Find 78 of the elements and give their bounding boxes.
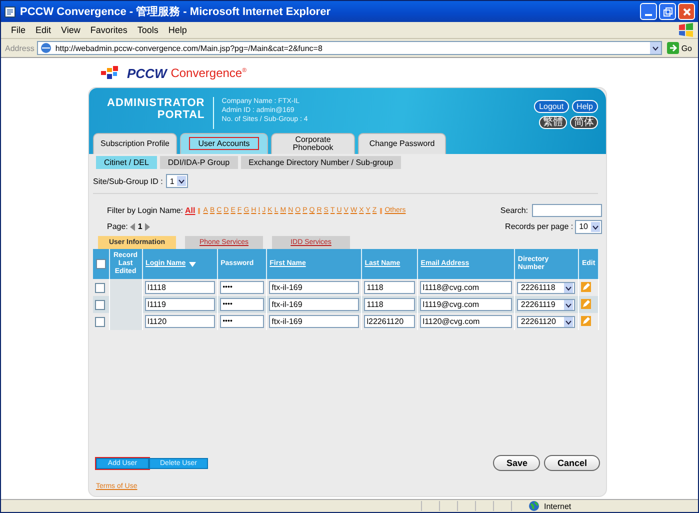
directory-number-select[interactable]: 22261120 bbox=[516, 316, 575, 328]
tab[interactable]: Subscription Profile bbox=[93, 133, 177, 154]
last-name-field[interactable]: l22261120 bbox=[364, 315, 415, 328]
dropdown-icon bbox=[177, 176, 186, 186]
records-per-page-label: Records per page : bbox=[505, 222, 574, 231]
portal-title: ADMINISTRATOR bbox=[107, 97, 205, 109]
site-group-select[interactable]: 1 bbox=[166, 174, 188, 188]
directory-number-select[interactable]: 22261118 bbox=[516, 282, 575, 294]
tab[interactable]: User Accounts bbox=[180, 133, 268, 154]
sub-tab[interactable]: Exchange Directory Number / Sub-group bbox=[240, 156, 402, 169]
windows-logo-icon bbox=[678, 23, 694, 37]
menu-item[interactable]: Edit bbox=[32, 25, 56, 35]
site-group-label: Site/Sub-Group ID : bbox=[93, 176, 163, 186]
security-zone: Internet bbox=[544, 502, 572, 510]
first-name-field[interactable]: ftx-il-169 bbox=[268, 281, 359, 294]
search-label: Search: bbox=[500, 206, 528, 215]
row-checkbox[interactable] bbox=[95, 300, 105, 310]
minimize-icon bbox=[645, 14, 652, 16]
dropdown-icon bbox=[591, 222, 600, 232]
edit-icon[interactable] bbox=[580, 316, 591, 326]
form-button[interactable]: Cancel bbox=[544, 455, 600, 471]
tab[interactable]: Change Password bbox=[358, 133, 446, 154]
menu-item[interactable]: Favorites bbox=[86, 25, 132, 35]
email-field[interactable]: l1119@cvg.com bbox=[420, 298, 512, 311]
edit-icon[interactable] bbox=[580, 282, 591, 292]
menu-item[interactable]: Help bbox=[164, 25, 191, 35]
maximize-button[interactable] bbox=[659, 3, 676, 20]
brand-name: PCCW bbox=[127, 66, 167, 80]
close-button[interactable] bbox=[678, 3, 695, 20]
first-name-field[interactable]: ftx-il-169 bbox=[268, 315, 359, 328]
login-name-field[interactable]: l1120 bbox=[144, 315, 215, 328]
email-field[interactable]: l1118@cvg.com bbox=[420, 281, 512, 294]
dropdown-icon bbox=[564, 282, 573, 292]
next-page-icon[interactable] bbox=[144, 222, 150, 230]
last-name-field[interactable]: 1118 bbox=[364, 281, 415, 294]
language-button[interactable]: 繁體 bbox=[539, 116, 567, 129]
sub-tab[interactable]: DDI/IDA-P Group bbox=[160, 156, 238, 169]
email-field[interactable]: l1120@cvg.com bbox=[420, 315, 512, 328]
edit-icon[interactable] bbox=[580, 298, 591, 308]
select-all-checkbox[interactable] bbox=[96, 259, 106, 269]
address-field[interactable]: http://webadmin.pccw-convergence.com/Main.jsp?pg=/Main&cat=2&func=8 bbox=[37, 41, 662, 55]
address-label: Address bbox=[5, 44, 34, 52]
directory-number-select[interactable]: 22261119 bbox=[516, 298, 575, 310]
form-button[interactable]: Save bbox=[493, 455, 540, 471]
menu-item[interactable]: View bbox=[57, 25, 84, 35]
menu-item[interactable]: Tools bbox=[133, 25, 162, 35]
login-name-field[interactable]: l1118 bbox=[144, 281, 215, 294]
login-name-field[interactable]: l1119 bbox=[144, 298, 215, 311]
dropdown-icon bbox=[564, 300, 573, 310]
previous-page-icon[interactable] bbox=[130, 222, 136, 230]
records-per-page-select[interactable]: 10 bbox=[575, 220, 602, 234]
filter-label: Filter by Login Name: bbox=[107, 206, 184, 215]
page-number[interactable]: 1 bbox=[138, 222, 142, 231]
portal-title: PORTAL bbox=[157, 109, 205, 121]
arrow-icon bbox=[667, 42, 680, 54]
tab[interactable]: Corporate Phonebook bbox=[271, 133, 355, 154]
first-name-field[interactable]: ftx-il-169 bbox=[268, 298, 359, 311]
row-checkbox[interactable] bbox=[95, 316, 105, 326]
dropdown-icon bbox=[564, 316, 573, 326]
last-name-field[interactable]: 1118 bbox=[364, 298, 415, 311]
go-button[interactable]: Go bbox=[665, 42, 694, 54]
restore-icon bbox=[662, 6, 672, 16]
header-button[interactable]: Help bbox=[572, 100, 598, 113]
close-icon bbox=[682, 6, 692, 16]
globe-icon bbox=[529, 501, 539, 511]
window-title: PCCW Convergence - 管理服務 - Microsoft Internet Explorer bbox=[20, 5, 332, 19]
sort-descending-icon[interactable] bbox=[188, 262, 196, 266]
dropdown-icon bbox=[650, 42, 662, 54]
sub-tab[interactable]: Citinet / DEL bbox=[96, 156, 157, 169]
minimize-button[interactable] bbox=[640, 3, 657, 20]
product-name: Convergence$^{®}$ bbox=[170, 66, 247, 80]
filter-link[interactable]: All bbox=[185, 206, 196, 215]
menu-item[interactable]: File bbox=[7, 25, 30, 35]
row-checkbox[interactable] bbox=[95, 282, 105, 292]
language-button[interactable]: 简体 bbox=[570, 116, 598, 129]
page-label: Page: bbox=[107, 222, 128, 231]
header-button[interactable]: Logout bbox=[534, 100, 569, 113]
search-field[interactable] bbox=[532, 204, 602, 217]
